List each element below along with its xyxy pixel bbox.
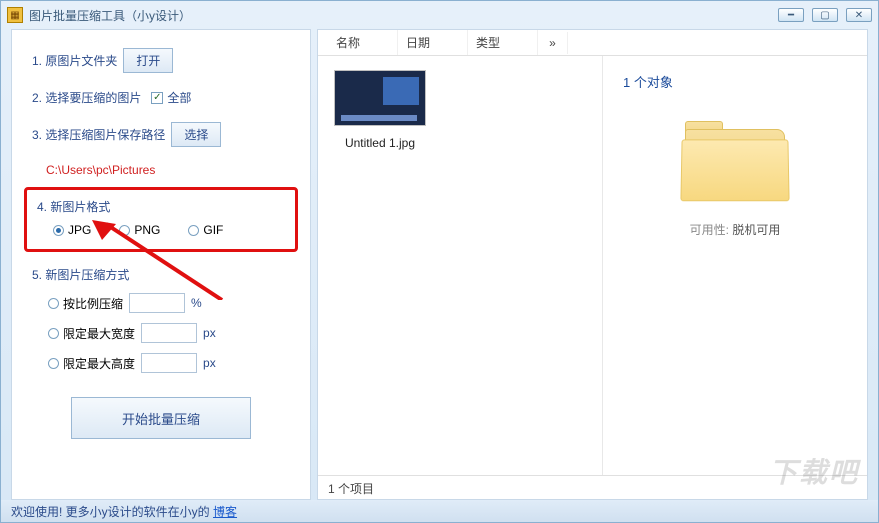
start-compress-button[interactable]: 开始批量压缩 bbox=[71, 397, 251, 439]
radio-ratio[interactable]: 按比例压缩 bbox=[48, 295, 123, 312]
col-name[interactable]: 名称 bbox=[328, 30, 398, 55]
file-label: Untitled 1.jpg bbox=[326, 132, 434, 150]
content-area: 1. 原图片文件夹 打开 2. 选择要压缩的图片 ✓ 全部 3. 选择压缩图片保… bbox=[11, 29, 868, 500]
avail-value: 脱机可用 bbox=[732, 223, 780, 237]
step4-label: 4. 新图片格式 bbox=[37, 200, 110, 214]
radio-maxw[interactable]: 限定最大宽度 bbox=[48, 325, 135, 342]
step2-label: 2. 选择要压缩的图片 bbox=[32, 89, 141, 106]
radio-gif[interactable]: GIF bbox=[188, 223, 223, 237]
radio-dot-icon bbox=[53, 225, 64, 236]
all-checkbox[interactable]: ✓ bbox=[151, 92, 163, 104]
app-window: ▦ 图片批量压缩工具（小y设计） ━ ▢ ✕ 1. 原图片文件夹 打开 2. 选… bbox=[0, 0, 879, 523]
radio-maxh-label: 限定最大高度 bbox=[63, 355, 135, 372]
minimize-button[interactable]: ━ bbox=[778, 8, 804, 22]
radio-maxh[interactable]: 限定最大高度 bbox=[48, 355, 135, 372]
file-header: 名称 日期 类型 » bbox=[318, 30, 867, 56]
status-text: 欢迎使用! 更多小y设计的软件在小y的 bbox=[11, 505, 210, 519]
statusbar: 欢迎使用! 更多小y设计的软件在小y的 博客 bbox=[1, 500, 878, 522]
unit-px1: px bbox=[203, 326, 216, 340]
file-thumbnail bbox=[334, 70, 426, 126]
avail-label: 可用性: bbox=[690, 223, 729, 237]
save-path: C:\Users\pc\Pictures bbox=[46, 163, 290, 177]
radio-maxw-label: 限定最大宽度 bbox=[63, 325, 135, 342]
file-item[interactable]: Untitled 1.jpg bbox=[326, 70, 434, 150]
radio-dot-icon bbox=[119, 225, 130, 236]
radio-png-label: PNG bbox=[134, 223, 160, 237]
maxw-input[interactable] bbox=[141, 323, 197, 343]
radio-png[interactable]: PNG bbox=[119, 223, 160, 237]
radio-dot-icon bbox=[48, 298, 59, 309]
step5-label: 5. 新图片压缩方式 bbox=[32, 268, 129, 282]
step1-label: 1. 原图片文件夹 bbox=[32, 52, 117, 69]
app-icon: ▦ bbox=[7, 7, 23, 23]
radio-dot-icon bbox=[48, 328, 59, 339]
col-date[interactable]: 日期 bbox=[398, 30, 468, 55]
radio-jpg-label: JPG bbox=[68, 223, 91, 237]
window-controls: ━ ▢ ✕ bbox=[778, 8, 872, 22]
open-folder-button[interactable]: 打开 bbox=[123, 48, 173, 73]
format-highlight: 4. 新图片格式 JPG PNG GIF bbox=[24, 187, 298, 252]
ratio-input[interactable] bbox=[129, 293, 185, 313]
availability-line: 可用性: 脱机可用 bbox=[623, 221, 847, 238]
titlebar: ▦ 图片批量压缩工具（小y设计） ━ ▢ ✕ bbox=[1, 1, 878, 29]
info-title: 1 个对象 bbox=[623, 72, 847, 91]
radio-jpg[interactable]: JPG bbox=[53, 223, 91, 237]
close-button[interactable]: ✕ bbox=[846, 8, 872, 22]
file-browser: 名称 日期 类型 » Untitled 1.jpg 1 个对象 bbox=[317, 29, 868, 500]
radio-dot-icon bbox=[48, 358, 59, 369]
radio-gif-label: GIF bbox=[203, 223, 223, 237]
file-list: Untitled 1.jpg bbox=[318, 56, 603, 475]
col-type[interactable]: 类型 bbox=[468, 30, 538, 55]
file-footer: 1 个项目 bbox=[318, 475, 867, 499]
unit-percent: % bbox=[191, 296, 202, 310]
settings-panel: 1. 原图片文件夹 打开 2. 选择要压缩的图片 ✓ 全部 3. 选择压缩图片保… bbox=[11, 29, 311, 500]
select-path-button[interactable]: 选择 bbox=[171, 122, 221, 147]
unit-px2: px bbox=[203, 356, 216, 370]
info-pane: 1 个对象 可用性: 脱机可用 bbox=[603, 56, 867, 475]
radio-dot-icon bbox=[188, 225, 199, 236]
folder-icon bbox=[675, 121, 795, 211]
maximize-button[interactable]: ▢ bbox=[812, 8, 838, 22]
maxh-input[interactable] bbox=[141, 353, 197, 373]
window-title: 图片批量压缩工具（小y设计） bbox=[29, 7, 778, 24]
all-label: 全部 bbox=[167, 89, 191, 106]
col-more[interactable]: » bbox=[538, 32, 568, 54]
step3-label: 3. 选择压缩图片保存路径 bbox=[32, 126, 165, 143]
radio-ratio-label: 按比例压缩 bbox=[63, 295, 123, 312]
file-body: Untitled 1.jpg 1 个对象 可用性: 脱机可用 bbox=[318, 56, 867, 475]
blog-link[interactable]: 博客 bbox=[213, 505, 237, 519]
